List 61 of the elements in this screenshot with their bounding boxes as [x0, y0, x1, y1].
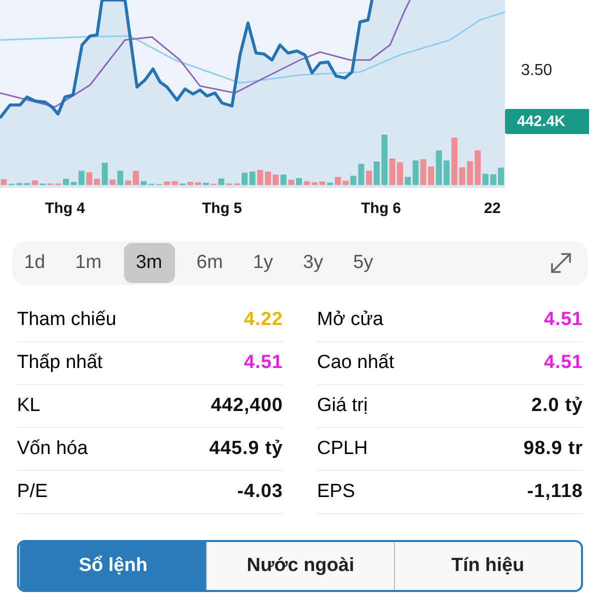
stat-label: Thấp nhất [17, 352, 103, 374]
period-tab[interactable]: 1m [67, 243, 110, 283]
stat-value: 98.9 tr [524, 438, 583, 460]
volume-bar [296, 178, 302, 185]
volume-bar [272, 174, 279, 185]
volume-bar [70, 182, 77, 185]
volume-bar [374, 162, 380, 185]
stat-value: 4.51 [544, 309, 583, 331]
axis-label: Thg 5 [202, 200, 242, 217]
axis-label: Thg 6 [361, 200, 401, 217]
volume-bar [257, 170, 264, 185]
period-tab[interactable]: 6m [188, 243, 231, 283]
stat-label: Cao nhất [317, 352, 394, 374]
stat-value: -4.03 [237, 481, 283, 503]
volume-bar [498, 168, 504, 185]
volume-bar [397, 162, 403, 185]
volume-bar [366, 170, 372, 185]
volume-bar [358, 164, 364, 185]
period-tab[interactable]: 1d [16, 243, 54, 283]
stat-label: KL [17, 395, 40, 417]
volume-badge: 442.4K [505, 109, 589, 134]
volume-bar [78, 170, 84, 185]
stat-label: CPLH [317, 438, 368, 460]
volume-bar [195, 182, 201, 185]
axis-label: Thg 4 [45, 200, 85, 217]
price-tick: 3.50 [521, 62, 552, 80]
volume-bar [280, 174, 286, 185]
volume-bar [164, 182, 170, 185]
stat-label: Vốn hóa [17, 438, 88, 460]
period-tab[interactable]: 5y [345, 243, 382, 283]
stat-label: EPS [317, 481, 356, 503]
stat-label: Giá trị [317, 395, 368, 417]
stat-value: -1,118 [527, 481, 583, 503]
volume-bar [202, 182, 209, 185]
stat-value: 4.51 [244, 352, 283, 374]
expand-icon[interactable] [550, 252, 572, 274]
stat-label: Mở cửa [317, 309, 384, 331]
volume-bar [265, 172, 271, 185]
volume-bar [382, 134, 388, 185]
volume-bar [482, 174, 488, 185]
volume-bar [459, 167, 466, 185]
volume-bar [288, 180, 294, 185]
period-tab[interactable]: 3y [295, 243, 332, 283]
stat-value: 442,400 [210, 395, 283, 417]
volume-bar [474, 150, 481, 185]
axis-label: 22 [484, 200, 501, 217]
stat-value: 4.22 [244, 309, 283, 331]
section-tab[interactable]: Sổ lệnh [19, 542, 206, 590]
stat-value: 2.0 tỷ [531, 395, 583, 417]
volume-bar [304, 181, 310, 185]
period-tab[interactable]: 3m [124, 243, 175, 283]
volume-bar [467, 161, 473, 185]
stat-label: Tham chiếu [17, 309, 116, 331]
stat-value: 4.51 [544, 352, 583, 374]
period-tab[interactable]: 1y [244, 243, 282, 283]
volume-bar [172, 181, 178, 185]
stat-label: P/E [17, 481, 48, 503]
stat-value: 445.9 tỷ [209, 438, 283, 460]
section-tab[interactable]: Nước ngoài [206, 542, 394, 590]
section-tab[interactable]: Tín hiệu [394, 542, 581, 590]
volume-bar [187, 182, 194, 185]
